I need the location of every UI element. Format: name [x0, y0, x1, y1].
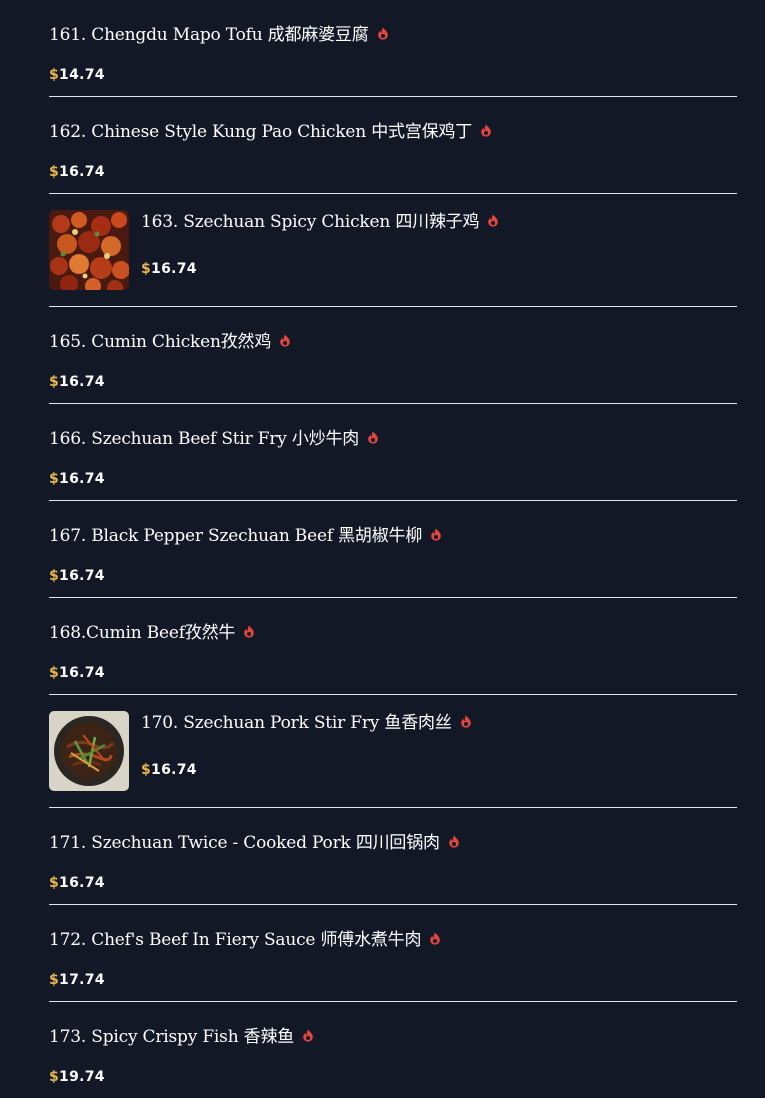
item-price: $16.74: [49, 664, 105, 682]
menu-item[interactable]: 163. Szechuan Spicy Chicken 四川辣子鸡 $16.74: [49, 194, 737, 307]
menu-item[interactable]: 165. Cumin Chicken孜然鸡 $16.74: [49, 307, 737, 404]
price-value: 16.74: [151, 261, 197, 277]
menu-item[interactable]: 167. Black Pepper Szechuan Beef 黑胡椒牛柳 $1…: [49, 501, 737, 598]
price-value: 16.74: [59, 374, 105, 390]
currency-symbol: $: [49, 1069, 60, 1085]
item-price: $16.74: [49, 470, 105, 488]
item-price: $19.74: [49, 1068, 105, 1086]
item-title: 165. Cumin Chicken孜然鸡: [49, 331, 291, 353]
menu-item[interactable]: 171. Szechuan Twice - Cooked Pork 四川回锅肉 …: [49, 808, 737, 905]
price-value: 16.74: [59, 665, 105, 681]
currency-symbol: $: [49, 972, 60, 988]
menu-list: 161. Chengdu Mapo Tofu 成都麻婆豆腐 $14.74 162…: [49, 0, 737, 1098]
item-title: 173. Spicy Crispy Fish 香辣鱼: [49, 1026, 314, 1048]
currency-symbol: $: [49, 875, 60, 891]
flame-icon: [280, 334, 290, 347]
currency-symbol: $: [49, 67, 60, 83]
menu-item[interactable]: 168.Cumin Beef孜然牛 $16.74: [49, 598, 737, 695]
flame-icon: [431, 528, 441, 541]
item-title: 163. Szechuan Spicy Chicken 四川辣子鸡: [141, 211, 499, 233]
item-price: $17.74: [49, 971, 105, 989]
currency-symbol: $: [49, 374, 60, 390]
item-price: $16.74: [141, 761, 197, 779]
item-title: 166. Szechuan Beef Stir Fry 小炒牛肉: [49, 428, 379, 450]
menu-item[interactable]: 173. Spicy Crispy Fish 香辣鱼 $19.74: [49, 1002, 737, 1098]
item-price: $16.74: [49, 567, 105, 585]
item-title: 167. Black Pepper Szechuan Beef 黑胡椒牛柳: [49, 525, 442, 547]
item-price: $16.74: [141, 260, 197, 278]
flame-icon: [481, 124, 491, 137]
item-price: $14.74: [49, 66, 105, 84]
menu-item[interactable]: 162. Chinese Style Kung Pao Chicken 中式宫保…: [49, 97, 737, 194]
menu-item[interactable]: 166. Szechuan Beef Stir Fry 小炒牛肉 $16.74: [49, 404, 737, 501]
flame-icon: [368, 431, 378, 444]
item-title: 170. Szechuan Pork Stir Fry 鱼香肉丝: [141, 712, 472, 734]
price-value: 19.74: [59, 1069, 105, 1085]
menu-item[interactable]: 161. Chengdu Mapo Tofu 成都麻婆豆腐 $14.74: [49, 0, 737, 97]
currency-symbol: $: [141, 261, 152, 277]
flame-icon: [303, 1029, 313, 1042]
spicy-chicken-photo: [49, 210, 129, 290]
flame-icon: [460, 715, 471, 728]
currency-symbol: $: [49, 471, 60, 487]
item-price: $16.74: [49, 373, 105, 391]
item-price: $16.74: [49, 874, 105, 892]
currency-symbol: $: [141, 762, 152, 778]
item-title: 161. Chengdu Mapo Tofu 成都麻婆豆腐: [49, 24, 389, 46]
item-title: 162. Chinese Style Kung Pao Chicken 中式宫保…: [49, 121, 492, 143]
flame-icon: [377, 27, 388, 40]
flame-icon: [244, 625, 255, 638]
price-value: 16.74: [59, 875, 105, 891]
flame-icon: [430, 932, 441, 945]
flame-icon: [488, 214, 499, 227]
price-value: 17.74: [59, 972, 105, 988]
pork-stir-fry-photo: [49, 711, 129, 791]
currency-symbol: $: [49, 568, 60, 584]
price-value: 16.74: [59, 471, 105, 487]
item-title: 171. Szechuan Twice - Cooked Pork 四川回锅肉: [49, 832, 460, 854]
menu-item[interactable]: 170. Szechuan Pork Stir Fry 鱼香肉丝 $16.74: [49, 695, 737, 808]
price-value: 14.74: [59, 67, 105, 83]
item-title: 172. Chef's Beef In Fiery Sauce 师傅水煮牛肉: [49, 929, 441, 951]
menu-item[interactable]: 172. Chef's Beef In Fiery Sauce 师傅水煮牛肉 $…: [49, 905, 737, 1002]
item-price: $16.74: [49, 163, 105, 181]
currency-symbol: $: [49, 665, 60, 681]
flame-icon: [449, 835, 459, 848]
price-value: 16.74: [59, 164, 105, 180]
currency-symbol: $: [49, 164, 60, 180]
price-value: 16.74: [151, 762, 197, 778]
price-value: 16.74: [59, 568, 105, 584]
item-title: 168.Cumin Beef孜然牛: [49, 622, 255, 644]
